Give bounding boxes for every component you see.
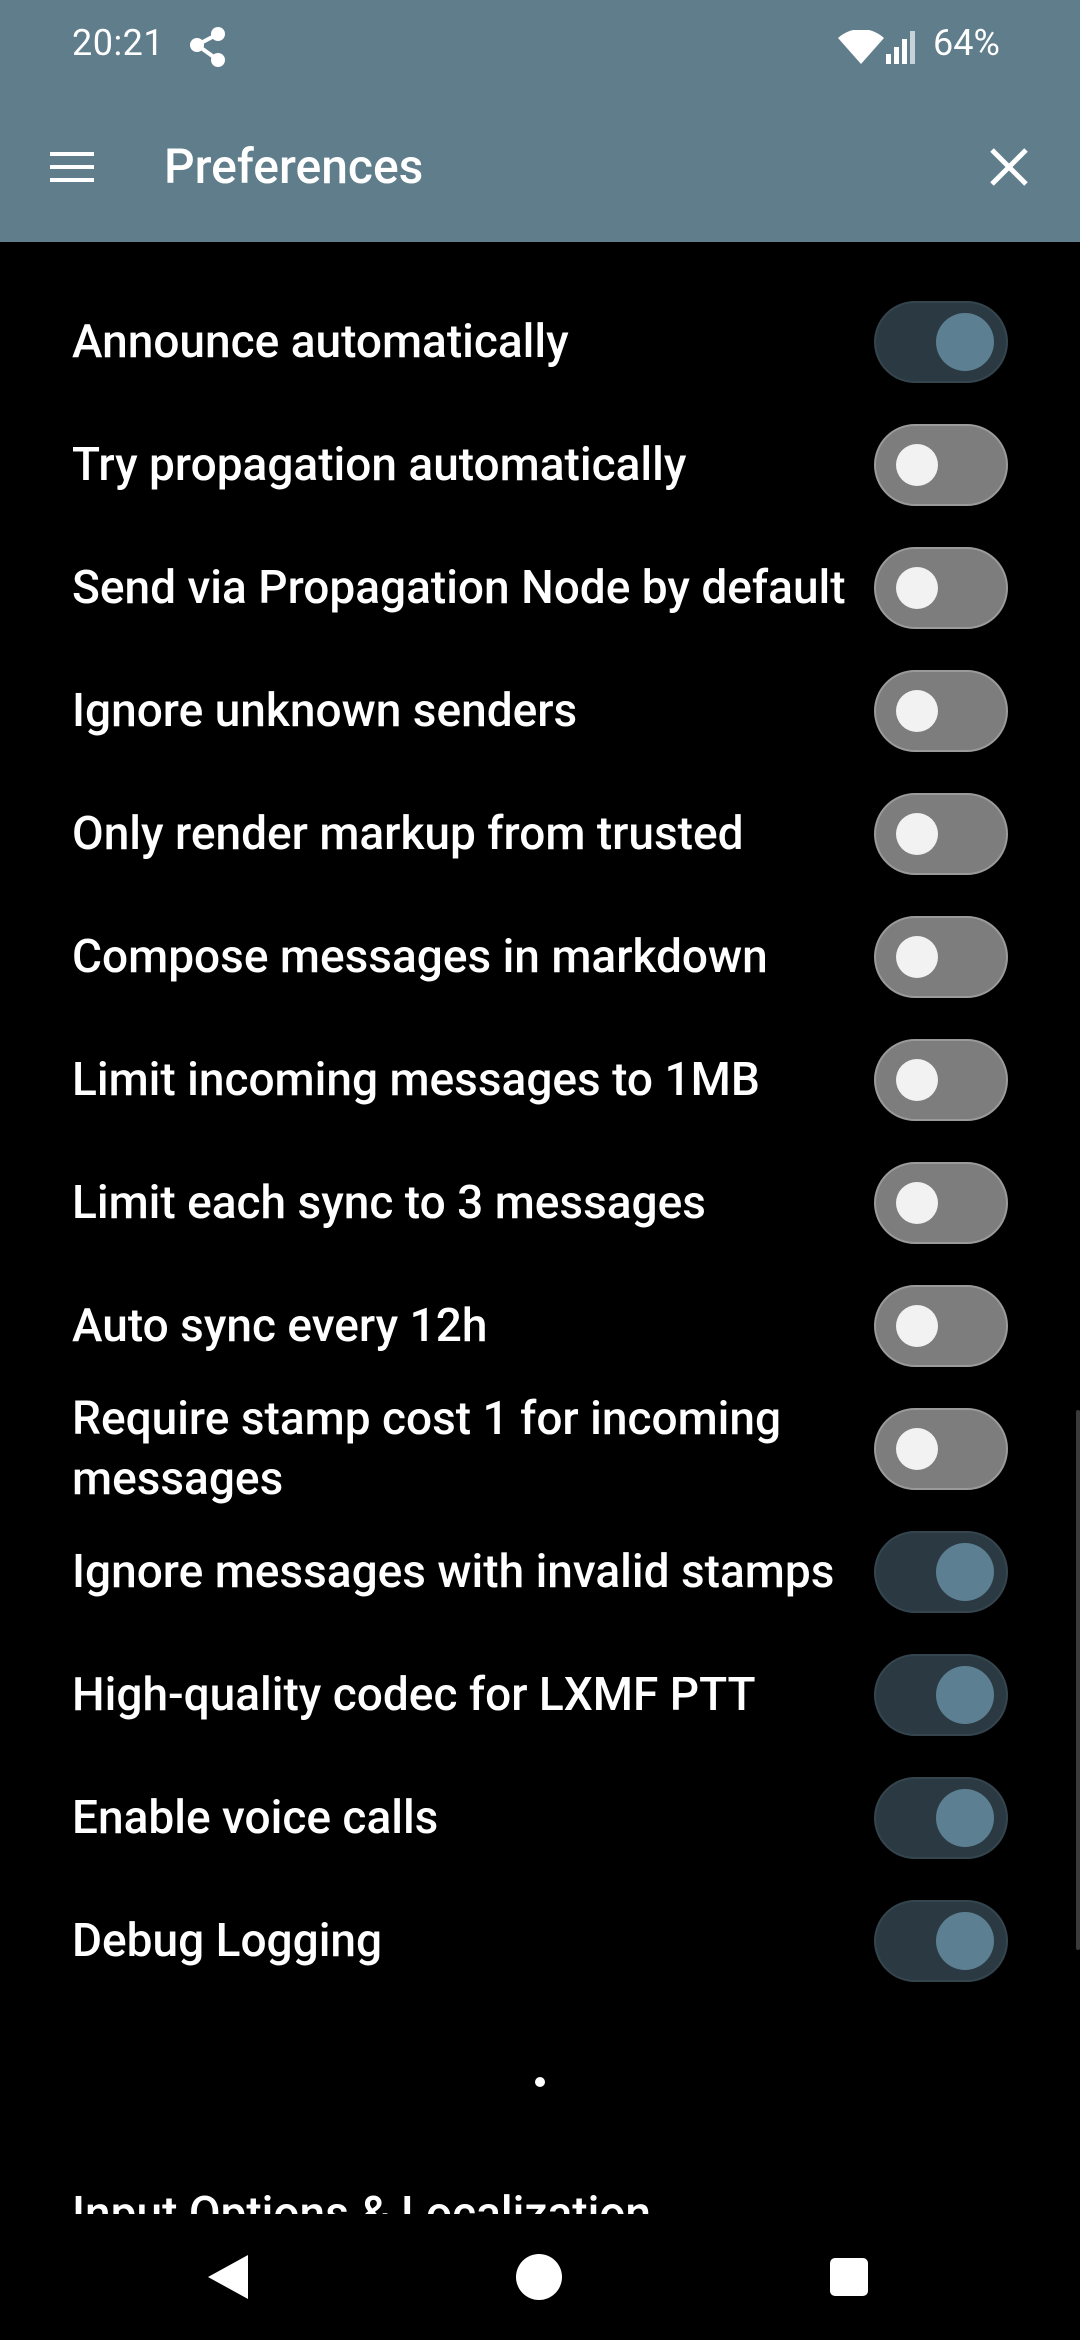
app-bar: Preferences bbox=[0, 94, 1080, 242]
setting-label: Require stamp cost 1 for incoming messag… bbox=[72, 1391, 782, 1506]
setting-row[interactable]: Compose messages in markdown bbox=[0, 895, 1080, 1018]
setting-row[interactable]: Enable voice calls bbox=[0, 1756, 1080, 1879]
toggle-knob bbox=[896, 689, 938, 732]
home-icon[interactable] bbox=[516, 2254, 562, 2300]
setting-toggle[interactable] bbox=[874, 669, 1008, 752]
page-title: Preferences bbox=[164, 138, 424, 195]
setting-row[interactable]: Only render markup from trusted bbox=[0, 772, 1080, 895]
settings-list[interactable]: Announce automatically Try propagation au… bbox=[0, 242, 1080, 2214]
setting-toggle[interactable] bbox=[874, 423, 1008, 506]
section-divider-dot bbox=[535, 2077, 545, 2087]
setting-label: Limit each sync to 3 messages bbox=[72, 1175, 706, 1230]
toggle-knob bbox=[896, 812, 938, 855]
scrollbar[interactable] bbox=[1076, 1410, 1080, 1950]
setting-label: Try propagation automatically bbox=[72, 437, 687, 492]
setting-label: Auto sync every 12h bbox=[72, 1298, 488, 1353]
setting-toggle[interactable] bbox=[874, 1038, 1008, 1121]
share-icon bbox=[190, 27, 225, 67]
toggle-knob bbox=[896, 1304, 938, 1347]
setting-row[interactable]: High-quality codec for LXMF PTT bbox=[0, 1633, 1080, 1756]
menu-icon[interactable] bbox=[42, 144, 102, 190]
toggle-knob bbox=[896, 1058, 938, 1101]
setting-row[interactable]: Limit incoming messages to 1MB bbox=[0, 1018, 1080, 1141]
setting-label: Only render markup from trusted bbox=[72, 806, 744, 861]
setting-toggle[interactable] bbox=[874, 915, 1008, 998]
setting-label: Ignore unknown senders bbox=[72, 683, 578, 738]
status-time: 20:21 bbox=[72, 22, 165, 64]
toggle-knob bbox=[896, 566, 938, 609]
signal-icon bbox=[886, 31, 915, 64]
setting-label: Enable voice calls bbox=[72, 1790, 439, 1845]
setting-toggle[interactable] bbox=[874, 546, 1008, 629]
setting-row[interactable]: Require stamp cost 1 for incoming messag… bbox=[0, 1387, 1080, 1510]
toggle-knob bbox=[896, 443, 938, 486]
next-section-title-partial: Input Options & Localization bbox=[72, 2187, 652, 2214]
toggle-knob bbox=[936, 1911, 994, 1970]
setting-toggle[interactable] bbox=[874, 1899, 1008, 1982]
setting-toggle[interactable] bbox=[874, 792, 1008, 875]
setting-toggle[interactable] bbox=[874, 1161, 1008, 1244]
toggle-knob bbox=[896, 935, 938, 978]
setting-row[interactable]: Try propagation automatically bbox=[0, 403, 1080, 526]
toggle-knob bbox=[936, 1788, 994, 1847]
back-icon[interactable] bbox=[206, 2253, 250, 2301]
setting-label: Limit incoming messages to 1MB bbox=[72, 1052, 760, 1107]
setting-row[interactable]: Limit each sync to 3 messages bbox=[0, 1141, 1080, 1264]
toggle-knob bbox=[936, 312, 994, 371]
setting-row[interactable]: Auto sync every 12h bbox=[0, 1264, 1080, 1387]
setting-label: Compose messages in markdown bbox=[72, 929, 768, 984]
setting-row[interactable]: Send via Propagation Node by default bbox=[0, 526, 1080, 649]
setting-toggle[interactable] bbox=[874, 300, 1008, 383]
setting-toggle[interactable] bbox=[874, 1284, 1008, 1367]
setting-toggle[interactable] bbox=[874, 1653, 1008, 1736]
setting-toggle[interactable] bbox=[874, 1530, 1008, 1613]
battery-level: 64% bbox=[933, 22, 1000, 64]
setting-row[interactable]: Announce automatically bbox=[0, 280, 1080, 403]
toggle-knob bbox=[896, 1181, 938, 1224]
setting-row[interactable]: Debug Logging bbox=[0, 1879, 1080, 2002]
close-icon[interactable] bbox=[988, 146, 1030, 188]
setting-row[interactable]: Ignore unknown senders bbox=[0, 649, 1080, 772]
setting-label: Debug Logging bbox=[72, 1913, 383, 1968]
setting-row[interactable]: Ignore messages with invalid stamps bbox=[0, 1510, 1080, 1633]
recents-icon[interactable] bbox=[830, 2258, 868, 2296]
setting-label: Send via Propagation Node by default bbox=[72, 560, 846, 615]
setting-label: Announce automatically bbox=[72, 314, 569, 369]
toggle-knob bbox=[896, 1427, 938, 1470]
setting-toggle[interactable] bbox=[874, 1776, 1008, 1859]
setting-label: High-quality codec for LXMF PTT bbox=[72, 1667, 756, 1722]
setting-label: Ignore messages with invalid stamps bbox=[72, 1544, 835, 1599]
status-bar: 20:21 64% bbox=[0, 0, 1080, 94]
toggle-knob bbox=[936, 1665, 994, 1724]
wifi-icon bbox=[838, 30, 884, 64]
toggle-knob bbox=[936, 1542, 994, 1601]
setting-toggle[interactable] bbox=[874, 1407, 1008, 1490]
